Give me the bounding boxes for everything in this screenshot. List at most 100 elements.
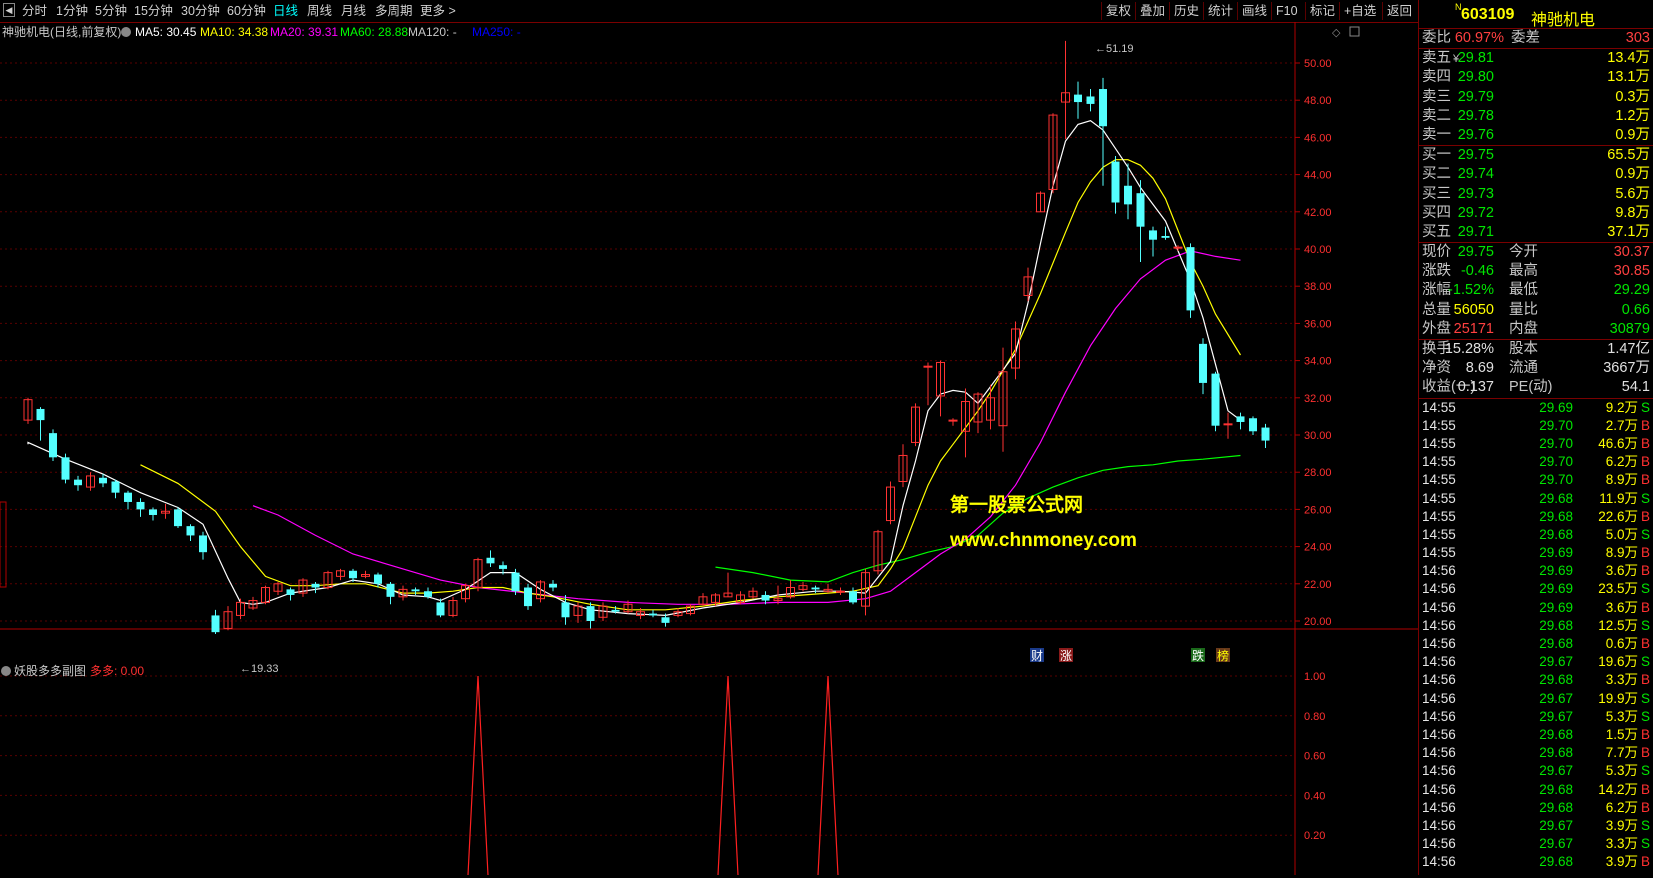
tick-price: 29.67 bbox=[1539, 817, 1573, 833]
ask-row[interactable]: 卖一 29.76 0.9万 bbox=[1419, 126, 1653, 145]
tick-price: 29.68 bbox=[1539, 799, 1573, 815]
bid-row[interactable]: 买一 29.75 65.5万 bbox=[1419, 146, 1653, 165]
mark-button[interactable]: 标记 bbox=[1305, 2, 1339, 20]
tab-15min[interactable]: 15分钟 bbox=[134, 3, 173, 19]
back-button[interactable]: 返回 bbox=[1382, 2, 1416, 20]
candle-body-down bbox=[1086, 96, 1095, 104]
candle-body-down bbox=[1074, 94, 1082, 103]
tab-multi-period[interactable]: 多周期 bbox=[375, 3, 413, 19]
draw-line-button[interactable]: 画线 bbox=[1237, 2, 1271, 20]
chart-title: 神驰机电(日线,前复权) bbox=[2, 24, 121, 39]
ask-row[interactable]: 卖四 29.80 13.1万 bbox=[1419, 68, 1653, 87]
tab-daily[interactable]: 日线 bbox=[273, 3, 298, 19]
tick-row: 14:56 29.68 12.5万 S bbox=[1419, 617, 1653, 635]
candle-body-down bbox=[1124, 185, 1132, 205]
tick-price: 29.69 bbox=[1539, 545, 1573, 561]
tick-time: 14:55 bbox=[1422, 435, 1456, 451]
candle-body-down bbox=[1236, 416, 1245, 422]
tick-price: 29.69 bbox=[1539, 599, 1573, 615]
candle-body-down bbox=[386, 583, 395, 597]
ask-row[interactable]: 卖五 ¥29.81 13.4万 bbox=[1419, 49, 1653, 68]
bid-price: 29.72 bbox=[1457, 204, 1494, 221]
stat-value: 25171 bbox=[1453, 320, 1494, 337]
tab-fenshi[interactable]: 分时 bbox=[22, 3, 47, 19]
ma120-label: MA120: - bbox=[408, 25, 457, 39]
ask-volume: 0.3万 bbox=[1615, 88, 1650, 105]
candle-body-down bbox=[1099, 89, 1107, 127]
tick-side: B bbox=[1640, 726, 1650, 742]
kline-chart-svg[interactable]: 50.00 48.00 46.00 44.00 42.00 40.00 38.00 36.00… bbox=[0, 22, 1418, 876]
candle-body-down bbox=[149, 509, 157, 515]
bid-price: 29.73 bbox=[1457, 185, 1494, 202]
diamond-icon[interactable]: ◇ bbox=[1332, 27, 1341, 39]
tick-volume: 19.6万 bbox=[1598, 654, 1638, 670]
y-tick-label: 40.00 bbox=[1304, 244, 1332, 256]
tab-weekly[interactable]: 周线 bbox=[307, 3, 332, 19]
event-tag-bang[interactable]: 榜 bbox=[1216, 648, 1230, 663]
tick-side: S bbox=[1640, 490, 1650, 506]
maximize-icon[interactable] bbox=[1349, 26, 1360, 37]
tab-5min[interactable]: 5分钟 bbox=[95, 3, 127, 19]
tick-price: 29.67 bbox=[1539, 763, 1573, 779]
add-watchlist-button[interactable]: +自选 bbox=[1339, 2, 1380, 20]
dropdown-circle-icon[interactable] bbox=[121, 27, 131, 37]
tick-price: 29.68 bbox=[1539, 490, 1573, 506]
candle-body-down bbox=[1199, 343, 1207, 383]
fuquan-button[interactable]: 复权 bbox=[1101, 2, 1135, 20]
f10-button[interactable]: F10 bbox=[1271, 2, 1302, 20]
tick-side: B bbox=[1640, 472, 1650, 488]
tab-1min[interactable]: 1分钟 bbox=[56, 3, 88, 19]
stat-row: 外盘 25171 内盘 30879 bbox=[1419, 320, 1653, 339]
quote-header: N 603109 神驰机电 bbox=[1419, 0, 1653, 29]
candle-body-down bbox=[286, 589, 295, 595]
tick-price: 29.69 bbox=[1539, 399, 1573, 415]
ask-row[interactable]: 卖三 29.79 0.3万 bbox=[1419, 88, 1653, 107]
tick-side: B bbox=[1640, 672, 1650, 688]
tick-price: 29.68 bbox=[1539, 781, 1573, 797]
event-tag-cai[interactable]: 财 bbox=[1030, 648, 1044, 663]
y-tick-label: 50.00 bbox=[1304, 58, 1332, 70]
fund-label-2: 股本 bbox=[1509, 341, 1538, 357]
bid-row[interactable]: 买二 29.74 0.9万 bbox=[1419, 165, 1653, 184]
sub-indicator-label: 多多: 0.00 bbox=[90, 664, 144, 678]
tick-volume: 3.3万 bbox=[1605, 836, 1638, 852]
tab-30min[interactable]: 30分钟 bbox=[181, 3, 220, 19]
tab-60min[interactable]: 60分钟 bbox=[227, 3, 266, 19]
fund-label-2: PE(动) bbox=[1509, 379, 1553, 396]
tick-time: 14:56 bbox=[1422, 799, 1456, 815]
candle-body-down bbox=[374, 574, 382, 584]
tick-side: S bbox=[1640, 817, 1650, 833]
tick-price: 29.68 bbox=[1539, 726, 1573, 742]
tick-volume: 3.6万 bbox=[1605, 563, 1638, 579]
candle-body-down bbox=[611, 609, 620, 612]
ask-row[interactable]: 卖二 29.78 1.2万 bbox=[1419, 107, 1653, 126]
bid-row[interactable]: 买三 29.73 5.6万 bbox=[1419, 185, 1653, 204]
candle-body-down bbox=[561, 602, 570, 618]
candle-body-down bbox=[424, 591, 432, 597]
watermark-url: www.chnmoney.com bbox=[949, 530, 1137, 551]
ask-levels: 卖五 ¥29.81 13.4万 卖四 29.80 13.1万 卖三 29.79 0.3万 卖二 29… bbox=[1419, 49, 1653, 145]
toggle-panel-icon[interactable]: ◀ bbox=[3, 3, 15, 17]
chart-area[interactable]: 50.00 48.00 46.00 44.00 42.00 40.00 38.00 36.00… bbox=[0, 22, 1418, 876]
tick-time: 14:56 bbox=[1422, 854, 1456, 870]
bid-row[interactable]: 买五 29.71 37.1万 bbox=[1419, 223, 1653, 242]
tick-row: 14:55 29.70 2.7万 B bbox=[1419, 417, 1653, 435]
bid-volume: 9.8万 bbox=[1615, 204, 1650, 221]
tick-volume: 2.7万 bbox=[1605, 417, 1638, 433]
fund-value: 8.69 bbox=[1465, 360, 1494, 377]
history-button[interactable]: 历史 bbox=[1169, 2, 1203, 20]
sub-dropdown-icon[interactable] bbox=[1, 666, 11, 676]
stats-button[interactable]: 统计 bbox=[1203, 2, 1237, 20]
event-tag-die[interactable]: 跌 bbox=[1191, 648, 1205, 663]
overlay-button[interactable]: 叠加 bbox=[1135, 2, 1169, 20]
candle-body-down bbox=[174, 509, 182, 527]
sub-chart-title: 妖股多多副图 bbox=[14, 664, 86, 678]
sub-y-tick-label: 1.00 bbox=[1304, 671, 1325, 683]
fund-label-2: 流通 bbox=[1509, 360, 1538, 377]
tab-monthly[interactable]: 月线 bbox=[341, 3, 366, 19]
candle-body-down bbox=[411, 589, 420, 592]
tab-more[interactable]: 更多 > bbox=[420, 3, 456, 19]
bid-row[interactable]: 买四 29.72 9.8万 bbox=[1419, 204, 1653, 223]
event-tag-zhang[interactable]: 涨 bbox=[1059, 648, 1073, 663]
tick-list[interactable]: 14:55 29.69 9.2万 S 14:55 29.70 2.7万 B 14:55 29.70… bbox=[1419, 399, 1653, 872]
